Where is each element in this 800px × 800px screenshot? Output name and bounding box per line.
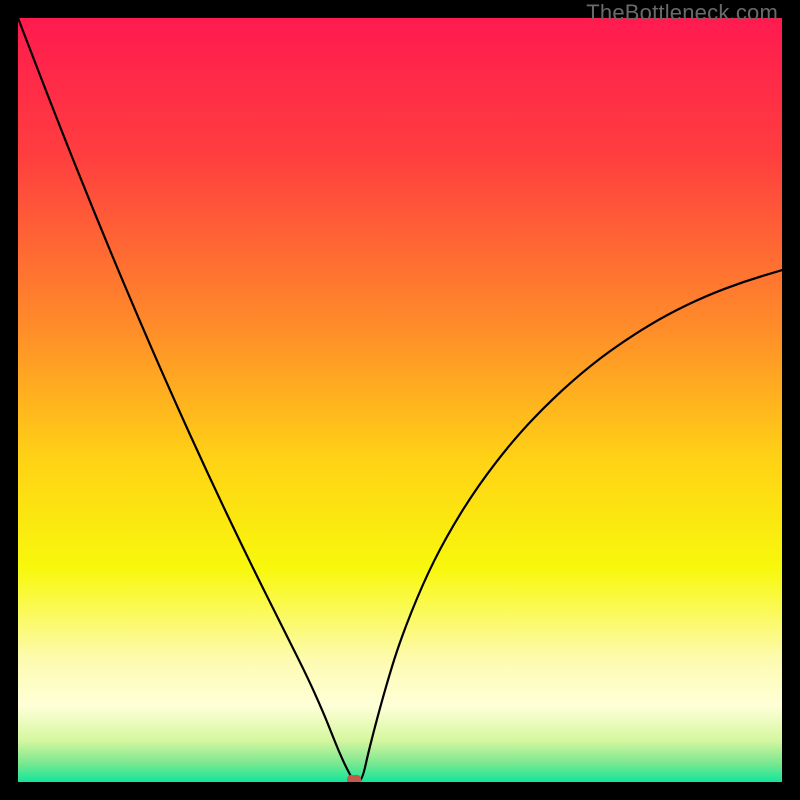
optimal-point-marker	[347, 775, 361, 782]
chart-background	[18, 18, 782, 782]
watermark-label: TheBottleneck.com	[586, 0, 778, 26]
bottleneck-chart	[18, 18, 782, 782]
chart-frame	[18, 18, 782, 782]
